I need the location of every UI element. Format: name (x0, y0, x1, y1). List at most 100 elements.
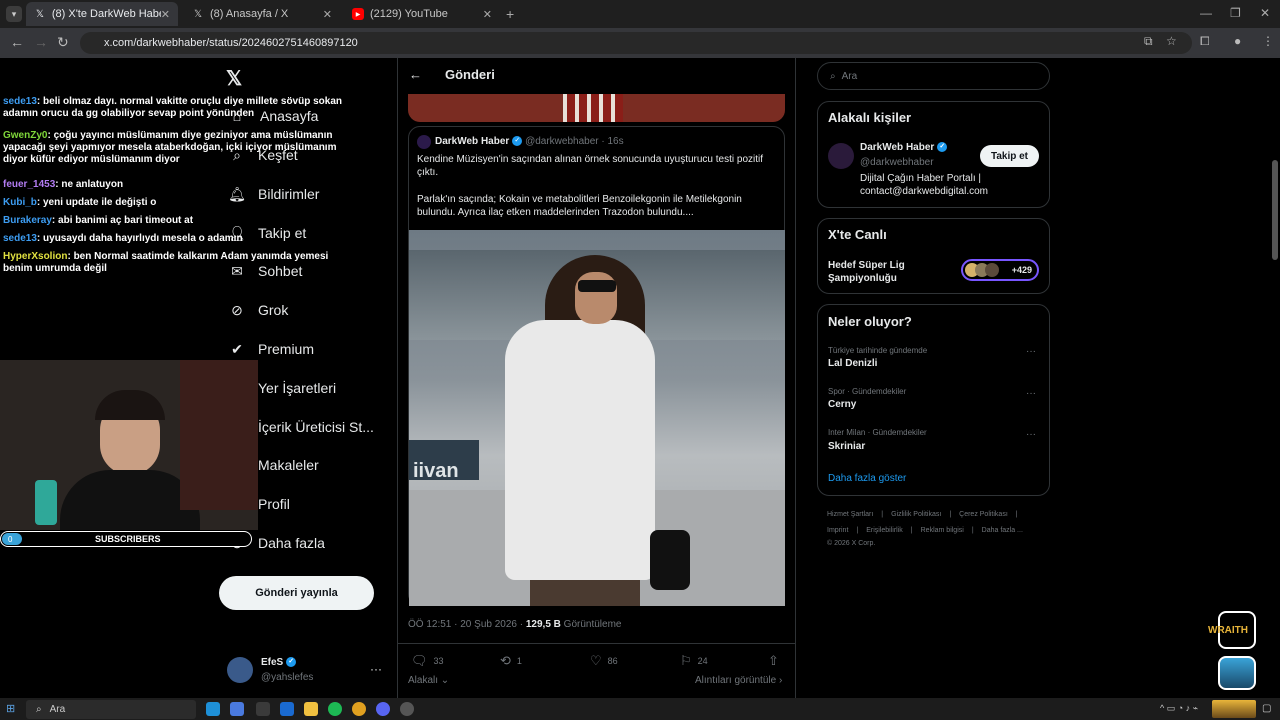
panel-title: X'te Canlı (828, 227, 887, 242)
spotify-icon[interactable] (328, 702, 342, 716)
nav-label: Profil (258, 496, 290, 512)
close-tab-icon[interactable]: ✕ (323, 8, 332, 21)
like-button[interactable]: ♡ 86 (590, 653, 618, 669)
divider (397, 643, 796, 644)
tab-home[interactable]: 𝕏 (8) Anasayfa / X ✕ (184, 2, 340, 26)
nav-premium[interactable]: ✔ Premium (228, 340, 314, 358)
account-handle: @yahslefes (261, 672, 314, 683)
menu-icon[interactable]: ⋮ (1262, 34, 1274, 48)
more-options-icon[interactable]: ··· (1026, 429, 1036, 440)
taskbar-search[interactable]: ⌕ Ara (26, 700, 196, 719)
profile-icon[interactable]: ● (1234, 34, 1241, 48)
lamp (35, 480, 57, 525)
discord-icon[interactable] (376, 702, 390, 716)
trend-name[interactable]: Skriniar (828, 441, 865, 452)
trend-category: Türkiye tarihinde gündemde (828, 346, 928, 355)
bookmark-star-icon[interactable]: ☆ (1166, 34, 1177, 48)
notification-icon[interactable]: ▢ (1262, 703, 1271, 714)
app-icon[interactable] (256, 702, 270, 716)
search-icon: ⌕ (830, 70, 836, 82)
tab-title: (8) X'te DarkWeb Haber: "Kendi (51, 8, 161, 20)
avatar[interactable] (227, 657, 253, 683)
more-options-icon[interactable]: ··· (1026, 346, 1036, 357)
x-logo[interactable]: 𝕏 (226, 66, 242, 91)
post-image-top (408, 94, 785, 122)
search-icon: ⌕ (36, 704, 42, 715)
live-event-title[interactable]: Hedef Süper Lig Şampiyonluğu (828, 259, 928, 285)
sunglasses (578, 280, 616, 292)
account-name[interactable]: EfeS ✓ (261, 657, 297, 668)
footer-link[interactable]: Gizlilik Politikası (891, 511, 941, 518)
show-more-link[interactable]: Daha fazla göster (828, 473, 906, 484)
trend-category: Inter Milan · Gündemdekiler (828, 428, 927, 437)
app-icon[interactable] (230, 702, 244, 716)
live-participants[interactable]: +429 (961, 259, 1039, 281)
tab-title: (8) Anasayfa / X (210, 8, 289, 20)
person-avatar[interactable] (828, 143, 854, 169)
tab-darkweb-post[interactable]: 𝕏 (8) X'te DarkWeb Haber: "Kendi ✕ (26, 2, 178, 26)
verified-badge-icon: ✓ (286, 657, 297, 668)
obs-icon[interactable] (400, 702, 414, 716)
chrome-icon[interactable] (352, 702, 366, 716)
search-input[interactable]: ⌕ Ara (817, 62, 1050, 90)
back-icon[interactable]: ← (10, 34, 24, 50)
post-timestamp: ÖÖ 12:51 · 20 Şub 2026 · 129,5 B Görüntü… (408, 619, 622, 630)
subscriber-label: SUBSCRIBERS (95, 534, 161, 544)
more-options-icon[interactable]: ··· (1026, 388, 1036, 399)
close-tab-icon[interactable]: ✕ (483, 8, 492, 21)
bookmark-button[interactable]: ⚐ 24 (680, 653, 708, 669)
footer-link[interactable]: Daha fazla ... (982, 527, 1023, 534)
outlook-icon[interactable] (280, 702, 294, 716)
forward-icon[interactable]: → (34, 34, 48, 50)
share-button[interactable]: ⇧ (768, 653, 785, 669)
heart-icon: ♡ (590, 653, 602, 668)
footer-link[interactable]: Erişilebilirlik (866, 527, 903, 534)
explorer-icon[interactable] (304, 702, 318, 716)
chat-message: HyperXsolion: ben Normal saatimde kalkar… (3, 251, 329, 274)
extensions-icon[interactable]: ⧠ (1200, 34, 1210, 49)
x-icon: 𝕏 (193, 8, 203, 20)
reply-icon: 🗨︎ (411, 653, 428, 668)
footer-link[interactable]: Imprint (827, 527, 848, 534)
new-tab-button[interactable]: + (506, 6, 514, 22)
tab-search-button[interactable]: ▾ (6, 6, 22, 22)
windows-start-icon[interactable]: ⊞ (6, 702, 15, 715)
x-icon: 𝕏 (35, 8, 44, 20)
trend-name[interactable]: Cerny (828, 399, 856, 410)
trend-category: Spor · Gündemdekiler (828, 387, 907, 396)
follow-button[interactable]: Takip et (980, 145, 1039, 167)
close-window-button[interactable]: ✕ (1260, 6, 1270, 20)
premium-icon: ✔ (231, 340, 243, 357)
back-arrow-icon[interactable]: ← (409, 67, 422, 82)
tab-youtube[interactable]: ▶ (2129) YouTube ✕ (344, 2, 500, 26)
close-tab-icon[interactable]: ✕ (161, 8, 170, 21)
minimize-button[interactable]: — (1200, 6, 1212, 20)
reply-button[interactable]: 🗨︎ 33 (411, 653, 444, 669)
repost-button[interactable]: ⟲ 1 (500, 653, 522, 669)
account-menu-icon[interactable]: ··· (370, 662, 382, 676)
view-quotes-link[interactable]: Alıntıları görüntüle › (695, 675, 782, 686)
sort-dropdown[interactable]: Alakalı ⌄ (408, 675, 449, 686)
nav-label: İçerik Üreticisi St... (258, 419, 374, 435)
post-button[interactable]: Gönderi yayınla (219, 576, 374, 610)
system-tray-icons[interactable]: ^ ▭ ◔ ♪ ⌁ (1160, 703, 1198, 714)
webcam-overlay (0, 360, 258, 530)
subscriber-count: 0 (2, 533, 22, 545)
trend-name[interactable]: Lal Denizli (828, 358, 877, 369)
quote-avatar (417, 135, 431, 149)
youtube-icon: ▶ (352, 8, 364, 20)
edge-icon[interactable] (206, 702, 220, 716)
person-name[interactable]: DarkWeb Haber ✓ (860, 142, 948, 153)
url-input[interactable]: x.com/darkwebhaber/status/20246027514608… (80, 32, 1192, 54)
maximize-button[interactable]: ❐ (1230, 6, 1241, 20)
scrollbar[interactable] (1270, 58, 1280, 698)
reload-icon[interactable]: ↻ (57, 34, 69, 51)
footer-link[interactable]: Çerez Politikası (959, 511, 1008, 518)
page-title: Gönderi (445, 67, 495, 82)
install-app-icon[interactable]: ⧉ (1144, 34, 1153, 49)
nav-grok[interactable]: ⊘ Grok (228, 301, 288, 319)
footer-link[interactable]: Reklam bilgisi (921, 527, 964, 534)
overlay-widget (1218, 656, 1256, 690)
scrollbar-thumb[interactable] (1272, 160, 1278, 260)
footer-link[interactable]: Hizmet Şartları (827, 511, 873, 518)
